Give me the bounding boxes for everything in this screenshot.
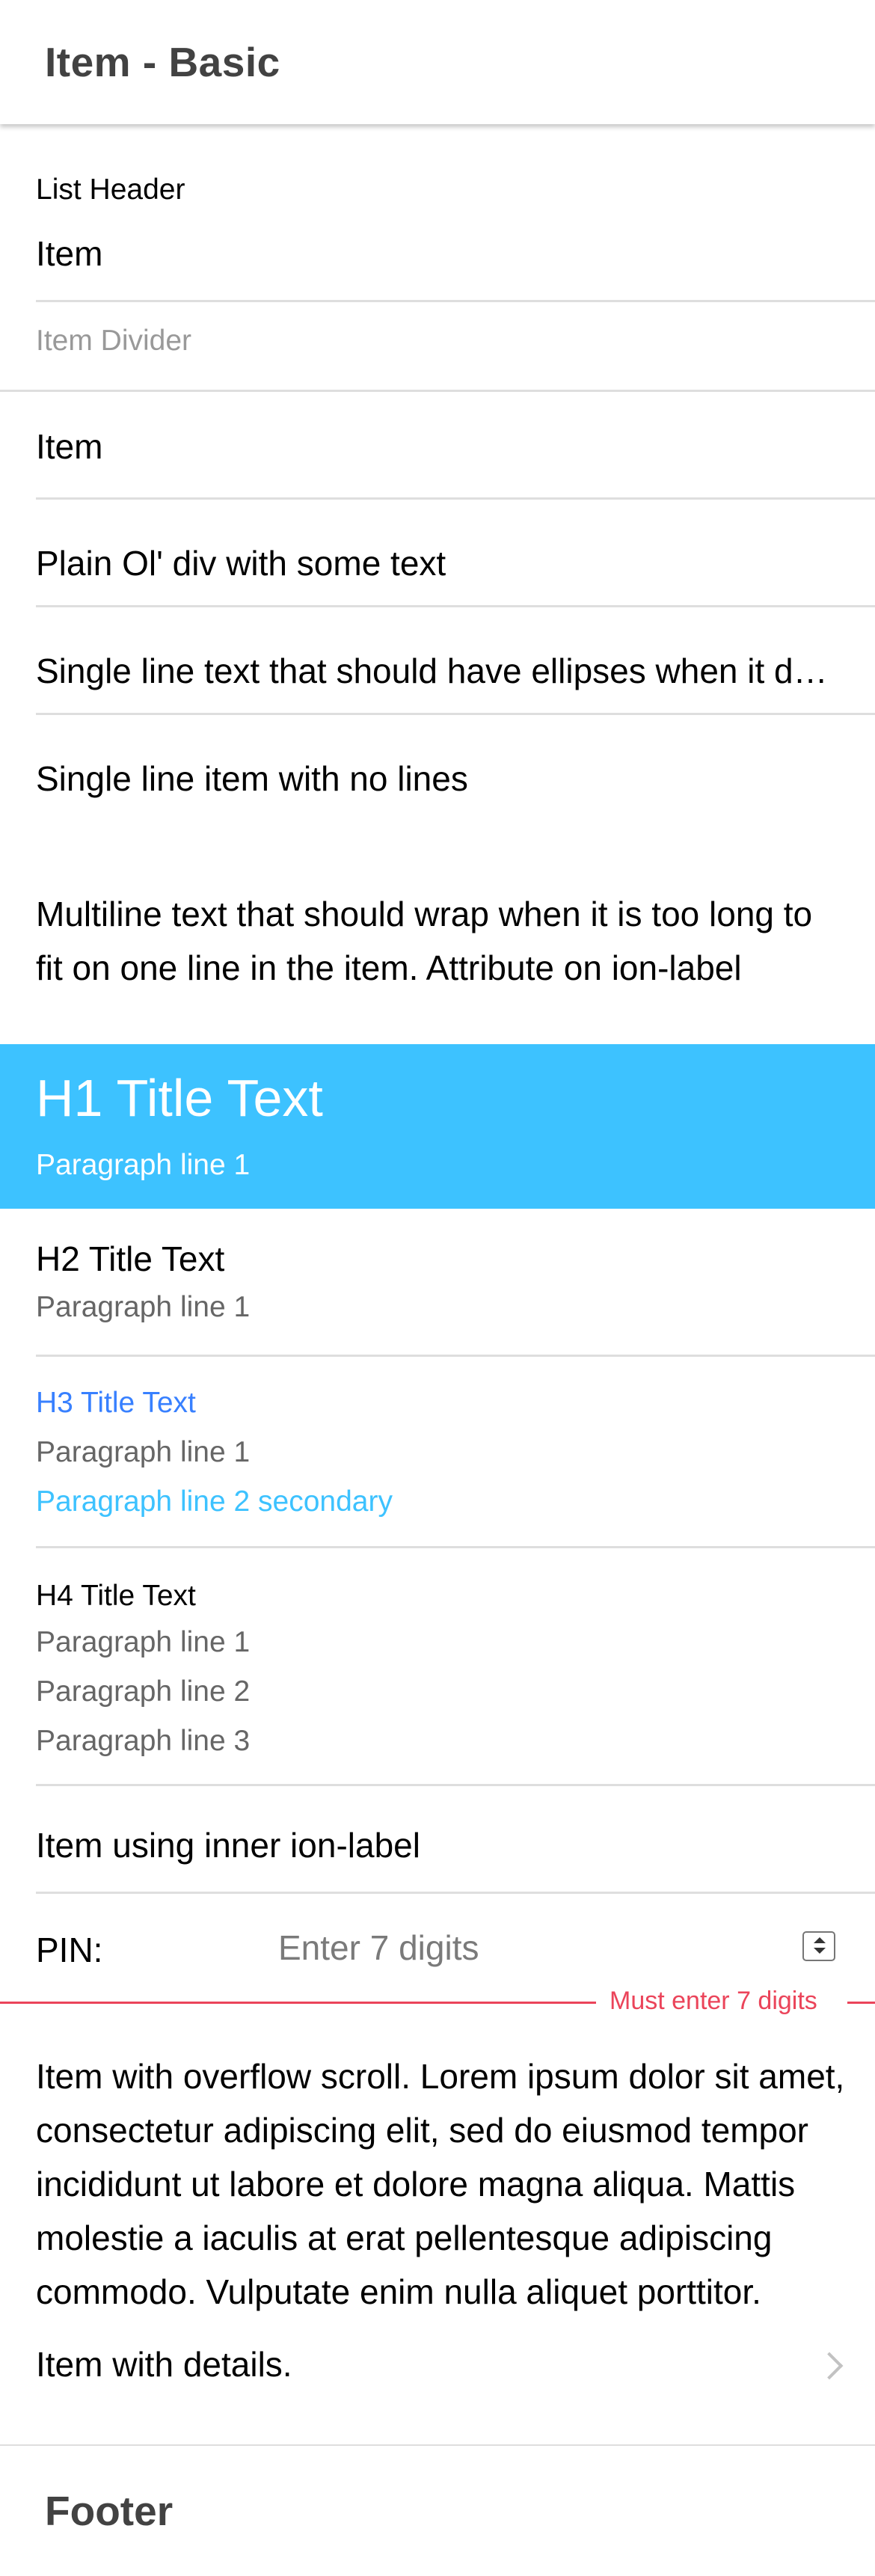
- overflow-text: Item with overflow scroll. Lorem ipsum d…: [36, 2057, 845, 2311]
- multiline-label: Multiline text that should wrap when it …: [36, 895, 813, 987]
- list-item[interactable]: Single line text that should have ellips…: [0, 607, 875, 715]
- overflow-scroll-area[interactable]: Item with overflow scroll. Lorem ipsum d…: [36, 2049, 851, 2313]
- pin-item[interactable]: PIN:: [0, 1894, 875, 2002]
- details-item[interactable]: Item with details.: [0, 2313, 875, 2420]
- details-label: Item with details.: [36, 2345, 292, 2384]
- error-underline: [0, 2002, 596, 2004]
- list-item[interactable]: Single line item with no lines: [0, 715, 875, 823]
- h3-paragraph: Paragraph line 1: [36, 1436, 251, 1468]
- page-title: Item - Basic: [45, 39, 280, 85]
- list-item[interactable]: Item: [0, 392, 875, 500]
- plain-div-text: Plain Ol' div with some text: [36, 544, 446, 583]
- stepper-up-icon[interactable]: [814, 1937, 826, 1943]
- pin-input[interactable]: [278, 1894, 832, 2002]
- ellipsis-label: Single line text that should have ellips…: [36, 651, 829, 690]
- chevron-forward-icon: [815, 2352, 844, 2380]
- footer-toolbar: Footer: [0, 2446, 875, 2576]
- h3-secondary-paragraph: Paragraph line 2 secondary: [36, 1485, 393, 1518]
- h1-title: H1 Title Text: [36, 1069, 323, 1127]
- list-item-h3[interactable]: H3 Title Text Paragraph line 1 Paragraph…: [0, 1357, 875, 1548]
- list-item[interactable]: Item using inner ion-label: [0, 1786, 875, 1894]
- no-lines-label: Single line item with no lines: [36, 759, 468, 798]
- number-stepper-icon[interactable]: [802, 1931, 835, 1961]
- list-item[interactable]: Multiline text that should wrap when it …: [0, 823, 875, 1044]
- list-item[interactable]: Plain Ol' div with some text: [0, 500, 875, 607]
- h3-title: H3 Title Text: [36, 1387, 196, 1419]
- stepper-down-icon[interactable]: [814, 1948, 826, 1954]
- footer-title: Footer: [45, 2488, 174, 2534]
- item-label: Item: [36, 427, 103, 466]
- h4-paragraph-2: Paragraph line 2: [36, 1675, 251, 1708]
- pin-label: PIN:: [36, 1931, 103, 1969]
- item-divider-label: Item Divider: [36, 325, 192, 357]
- list-header: List Header: [0, 124, 875, 206]
- pin-error-text: Must enter 7 digits: [610, 1987, 817, 2015]
- overflow-scroll-item[interactable]: Item with overflow scroll. Lorem ipsum d…: [0, 2020, 875, 2313]
- list-item-h2[interactable]: H2 Title Text Paragraph line 1: [0, 1209, 875, 1357]
- h4-title: H4 Title Text: [36, 1580, 196, 1612]
- error-underline-end: [847, 2002, 875, 2004]
- list-item[interactable]: Item: [0, 194, 875, 302]
- h2-paragraph: Paragraph line 1: [36, 1291, 251, 1323]
- h4-paragraph-3: Paragraph line 3: [36, 1725, 251, 1757]
- item-divider: Item Divider: [0, 302, 875, 392]
- list-item-h1[interactable]: H1 Title Text Paragraph line 1: [0, 1044, 875, 1209]
- inner-label: Item using inner ion-label: [36, 1826, 420, 1865]
- item-label: Item: [36, 234, 103, 273]
- h4-paragraph-1: Paragraph line 1: [36, 1626, 251, 1658]
- list-item-h4[interactable]: H4 Title Text Paragraph line 1 Paragraph…: [0, 1548, 875, 1786]
- header-toolbar: Item - Basic: [0, 0, 875, 124]
- h1-paragraph: Paragraph line 1: [36, 1149, 251, 1181]
- h2-title: H2 Title Text: [36, 1239, 225, 1278]
